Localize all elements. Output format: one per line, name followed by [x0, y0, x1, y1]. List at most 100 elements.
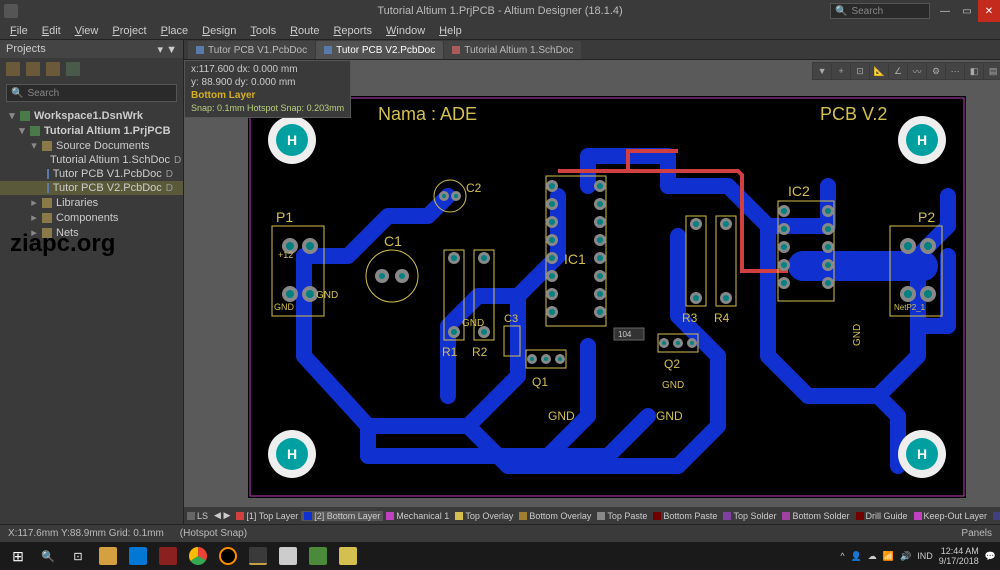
svg-text:H: H — [287, 446, 297, 462]
layer-icon[interactable]: ▤ — [984, 63, 1000, 79]
layer-tab[interactable]: LS — [184, 511, 211, 521]
mounting-hole: H — [268, 116, 316, 164]
svg-text:GND: GND — [462, 318, 484, 329]
refresh-icon[interactable] — [66, 62, 80, 76]
coordinate-display: x:117.600 dx: 0.000 mm y: 88.900 dy: 0.0… — [184, 60, 351, 118]
layer-tab[interactable]: ◀ ▶ — [211, 510, 233, 521]
svg-text:GND: GND — [852, 324, 863, 346]
tree-item[interactable]: ▸Components — [0, 210, 183, 225]
route-icon[interactable]: 〰 — [908, 63, 926, 79]
maximize-button[interactable]: ▭ — [956, 0, 978, 22]
layer-tab[interactable]: Keep-Out Layer — [911, 511, 991, 521]
projects-search-input[interactable]: 🔍Search — [6, 84, 177, 102]
status-bar: X:117.6mm Y:88.9mm Grid: 0.1mm (Hotspot … — [0, 524, 1000, 542]
aimp-icon[interactable] — [214, 544, 242, 568]
menu-window[interactable]: Window — [380, 23, 431, 39]
svg-text:C3: C3 — [504, 313, 518, 325]
menu-view[interactable]: View — [69, 23, 105, 39]
projects-toolbar — [0, 58, 183, 80]
svg-text:H: H — [917, 132, 927, 148]
tree-item[interactable]: ▾Tutorial Altium 1.PrjPCB — [0, 123, 183, 138]
system-tray[interactable]: ^ 👤 ☁ 📶 🔊 IND 12:44 AM9/17/2018 💬 — [840, 546, 996, 566]
tray-people-icon: 👤 — [851, 551, 862, 562]
layer-tab[interactable]: Bottom Paste — [650, 511, 720, 521]
svg-text:GND: GND — [662, 380, 684, 391]
layer-tab[interactable]: Bottom Overlay — [516, 511, 594, 521]
svg-text:IC1: IC1 — [564, 251, 586, 267]
doc-tab[interactable]: Tutorial Altium 1.SchDoc — [444, 41, 581, 59]
start-button[interactable]: ⊞ — [4, 544, 32, 568]
menu-bar: FileEditViewProjectPlaceDesignToolsRoute… — [0, 22, 1000, 40]
close-button[interactable]: ✕ — [978, 0, 1000, 22]
taskview-icon[interactable]: ⊡ — [64, 544, 92, 568]
3d-icon[interactable]: ◧ — [965, 63, 983, 79]
pcb-canvas[interactable]: Nama : ADE PCB V.2 — [184, 60, 1000, 507]
filter-icon[interactable]: ▼ — [813, 63, 831, 79]
more-icon[interactable]: ⋯ — [946, 63, 964, 79]
menu-project[interactable]: Project — [106, 23, 152, 39]
layer-tab[interactable]: Top Overlay — [452, 511, 516, 521]
panels-button[interactable]: Panels — [961, 528, 992, 539]
altium-icon[interactable] — [244, 544, 272, 568]
tray-cloud-icon: ☁ — [868, 551, 877, 562]
save-icon[interactable] — [46, 62, 60, 76]
title-bar: Tutorial Altium 1.PrjPCB - Altium Design… — [0, 0, 1000, 22]
app2-icon[interactable] — [274, 544, 302, 568]
measure-icon[interactable]: 📐 — [870, 63, 888, 79]
new-file-icon[interactable] — [6, 62, 20, 76]
angle-icon[interactable]: ∠ — [889, 63, 907, 79]
panel-collapse-icon[interactable]: ▾ ▼ — [158, 43, 177, 56]
store-icon[interactable] — [124, 544, 152, 568]
doc-tab[interactable]: Tutor PCB V1.PcbDoc — [188, 41, 315, 59]
tree-item[interactable]: ▾Source Documents — [0, 138, 183, 153]
layer-tab[interactable]: [1] Top Layer — [233, 511, 301, 521]
silk-title-left: Nama : ADE — [378, 104, 477, 124]
svg-text:104: 104 — [618, 330, 632, 339]
menu-place[interactable]: Place — [155, 23, 195, 39]
search-icon[interactable]: 🔍 — [34, 544, 62, 568]
layer-tab[interactable]: Mechanical 1 — [383, 511, 452, 521]
minimize-button[interactable]: — — [934, 0, 956, 22]
svg-text:C1: C1 — [384, 233, 402, 249]
svg-text:GND: GND — [548, 409, 575, 423]
tree-item[interactable]: Tutor PCB V1.PcbDocD — [0, 167, 183, 181]
snap-icon[interactable]: ⊡ — [851, 63, 869, 79]
tree-item[interactable]: Tutorial Altium 1.SchDocD — [0, 153, 183, 167]
open-folder-icon[interactable] — [26, 62, 40, 76]
doc-tab[interactable]: Tutor PCB V2.PcbDoc — [316, 41, 443, 59]
app1-icon[interactable] — [154, 544, 182, 568]
layer-tab[interactable]: Drill Drawing — [990, 511, 1000, 521]
svg-text:+12: +12 — [278, 250, 293, 260]
layer-tab[interactable]: [2] Bottom Layer — [301, 511, 383, 521]
camtasia-icon[interactable] — [304, 544, 332, 568]
app3-icon[interactable] — [334, 544, 362, 568]
layer-tab[interactable]: Top Paste — [594, 511, 650, 521]
menu-tools[interactable]: Tools — [244, 23, 282, 39]
tree-item[interactable]: Tutor PCB V2.PcbDocD — [0, 181, 183, 195]
chrome-icon[interactable] — [184, 544, 212, 568]
tree-item[interactable]: ▾Workspace1.DsnWrk — [0, 108, 183, 123]
explorer-icon[interactable] — [94, 544, 122, 568]
menu-edit[interactable]: Edit — [36, 23, 67, 39]
tray-up-icon: ^ — [840, 551, 844, 561]
grid-icon[interactable]: + — [832, 63, 850, 79]
menu-reports[interactable]: Reports — [327, 23, 378, 39]
menu-design[interactable]: Design — [196, 23, 242, 39]
svg-text:Q1: Q1 — [532, 375, 548, 389]
svg-text:P1: P1 — [276, 209, 293, 225]
layer-tab[interactable]: Drill Guide — [853, 511, 911, 521]
watermark: ziapc.org — [10, 230, 115, 258]
menu-help[interactable]: Help — [433, 23, 468, 39]
menu-route[interactable]: Route — [284, 23, 325, 39]
window-title: Tutorial Altium 1.PrjPCB - Altium Design… — [377, 5, 622, 17]
gear-icon[interactable]: ⚙ — [927, 63, 945, 79]
layer-tab[interactable]: Top Solder — [720, 511, 779, 521]
menu-file[interactable]: File — [4, 23, 34, 39]
layer-tab[interactable]: Bottom Solder — [779, 511, 852, 521]
svg-text:P2: P2 — [918, 209, 935, 225]
pcb-board[interactable]: Nama : ADE PCB V.2 — [248, 96, 966, 498]
tree-item[interactable]: ▸Libraries — [0, 195, 183, 210]
title-search-input[interactable]: 🔍Search — [830, 3, 930, 19]
svg-text:R4: R4 — [714, 311, 730, 325]
tray-wifi-icon: 📶 — [883, 551, 894, 562]
